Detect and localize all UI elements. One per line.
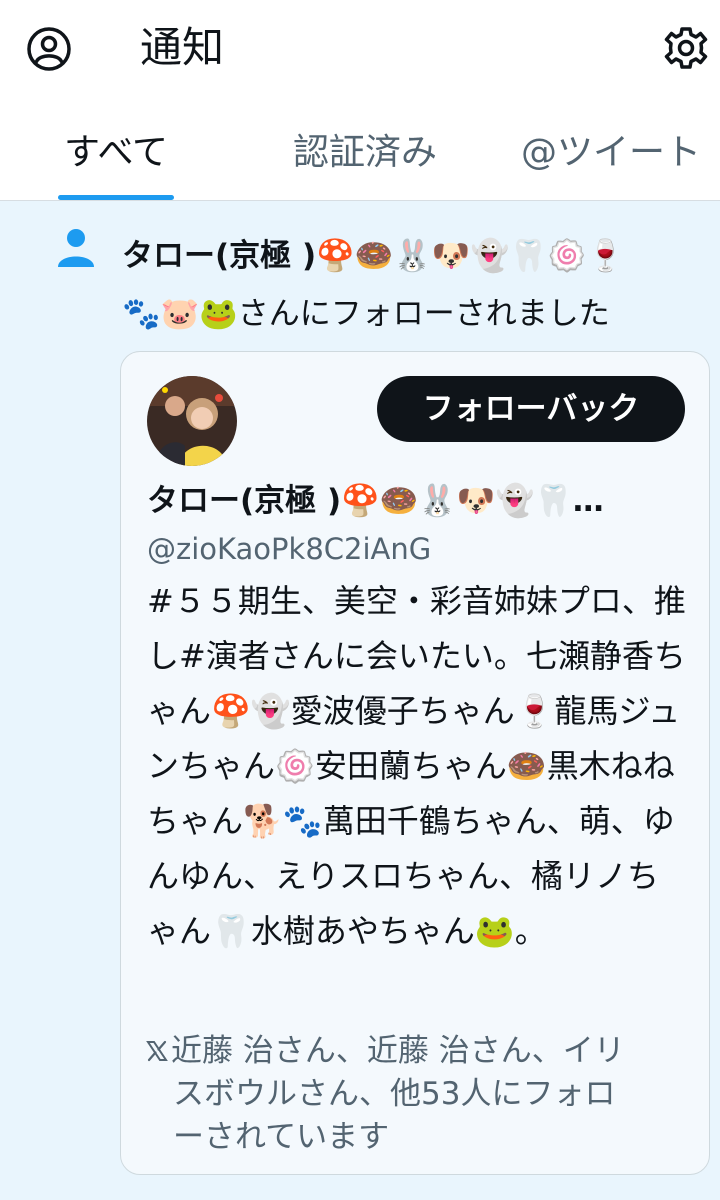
active-tab-indicator	[58, 195, 174, 200]
notification-text: タロー(京極 )🍄🍩🐰🐶👻🦷🍥🍷 🐾🐷🐸さんにフォローされました	[122, 227, 702, 343]
followed-by-line-3: ーされています	[173, 1119, 390, 1155]
avatar[interactable]	[147, 376, 237, 466]
followed-by-line-2: スボウルさん、他53人にフォロ	[173, 1076, 616, 1112]
settings-button[interactable]	[660, 22, 712, 74]
notification-action: さんにフォローされました	[237, 296, 610, 332]
followed-by-text: 近藤 治さん、近藤 治さん、イリ スボウルさん、他53人にフォロ ーされています	[145, 1030, 695, 1159]
tab-mentions-label: @ツイート	[520, 132, 701, 173]
card-display-name: タロー(京極 )🍄🍩🐰🐶👻🦷…	[147, 483, 604, 519]
card-handle: @zioKaoPk8C2iAnG	[147, 532, 432, 566]
account-circle-icon	[27, 27, 71, 71]
tab-verified-label: 認証済み	[292, 132, 437, 173]
tab-verified[interactable]: 認証済み	[288, 118, 442, 200]
account-button[interactable]	[24, 24, 74, 74]
user-card[interactable]: フォローバック タロー(京極 )🍄🍩🐰🐶👻🦷… @zioKaoPk8C2iAnG…	[120, 351, 710, 1175]
follower-name[interactable]: タロー(京極 )🍄🍩🐰🐶👻🦷🍥🍷	[122, 238, 625, 274]
follower-name-continued: 🐾🐷🐸	[122, 296, 238, 332]
follow-back-button[interactable]: フォローバック	[377, 376, 685, 442]
tab-all[interactable]: すべて	[58, 118, 174, 200]
tab-mentions[interactable]: @ツイート	[520, 118, 702, 200]
avatar-photo	[147, 376, 237, 466]
follow-notification[interactable]: タロー(京極 )🍄🍩🐰🐶👻🦷🍥🍷 🐾🐷🐸さんにフォローされました フォローバック…	[0, 201, 720, 1200]
followed-by-line-1: 近藤 治さん、近藤 治さん、イリ	[171, 1033, 625, 1069]
person-icon	[58, 229, 94, 267]
gear-icon	[664, 27, 708, 69]
page-title: 通知	[140, 23, 225, 72]
card-bio: #５５期生、美空・彩音姉妹プロ、推し#演者さんに会いたい。七瀬静香ちゃん🍄👻愛波…	[147, 582, 686, 950]
notification-tabs: すべて 認証済み @ツイート	[0, 118, 720, 201]
tab-all-label: すべて	[63, 132, 169, 173]
x-logo-icon	[146, 1040, 168, 1062]
top-bar: 通知	[0, 0, 720, 96]
